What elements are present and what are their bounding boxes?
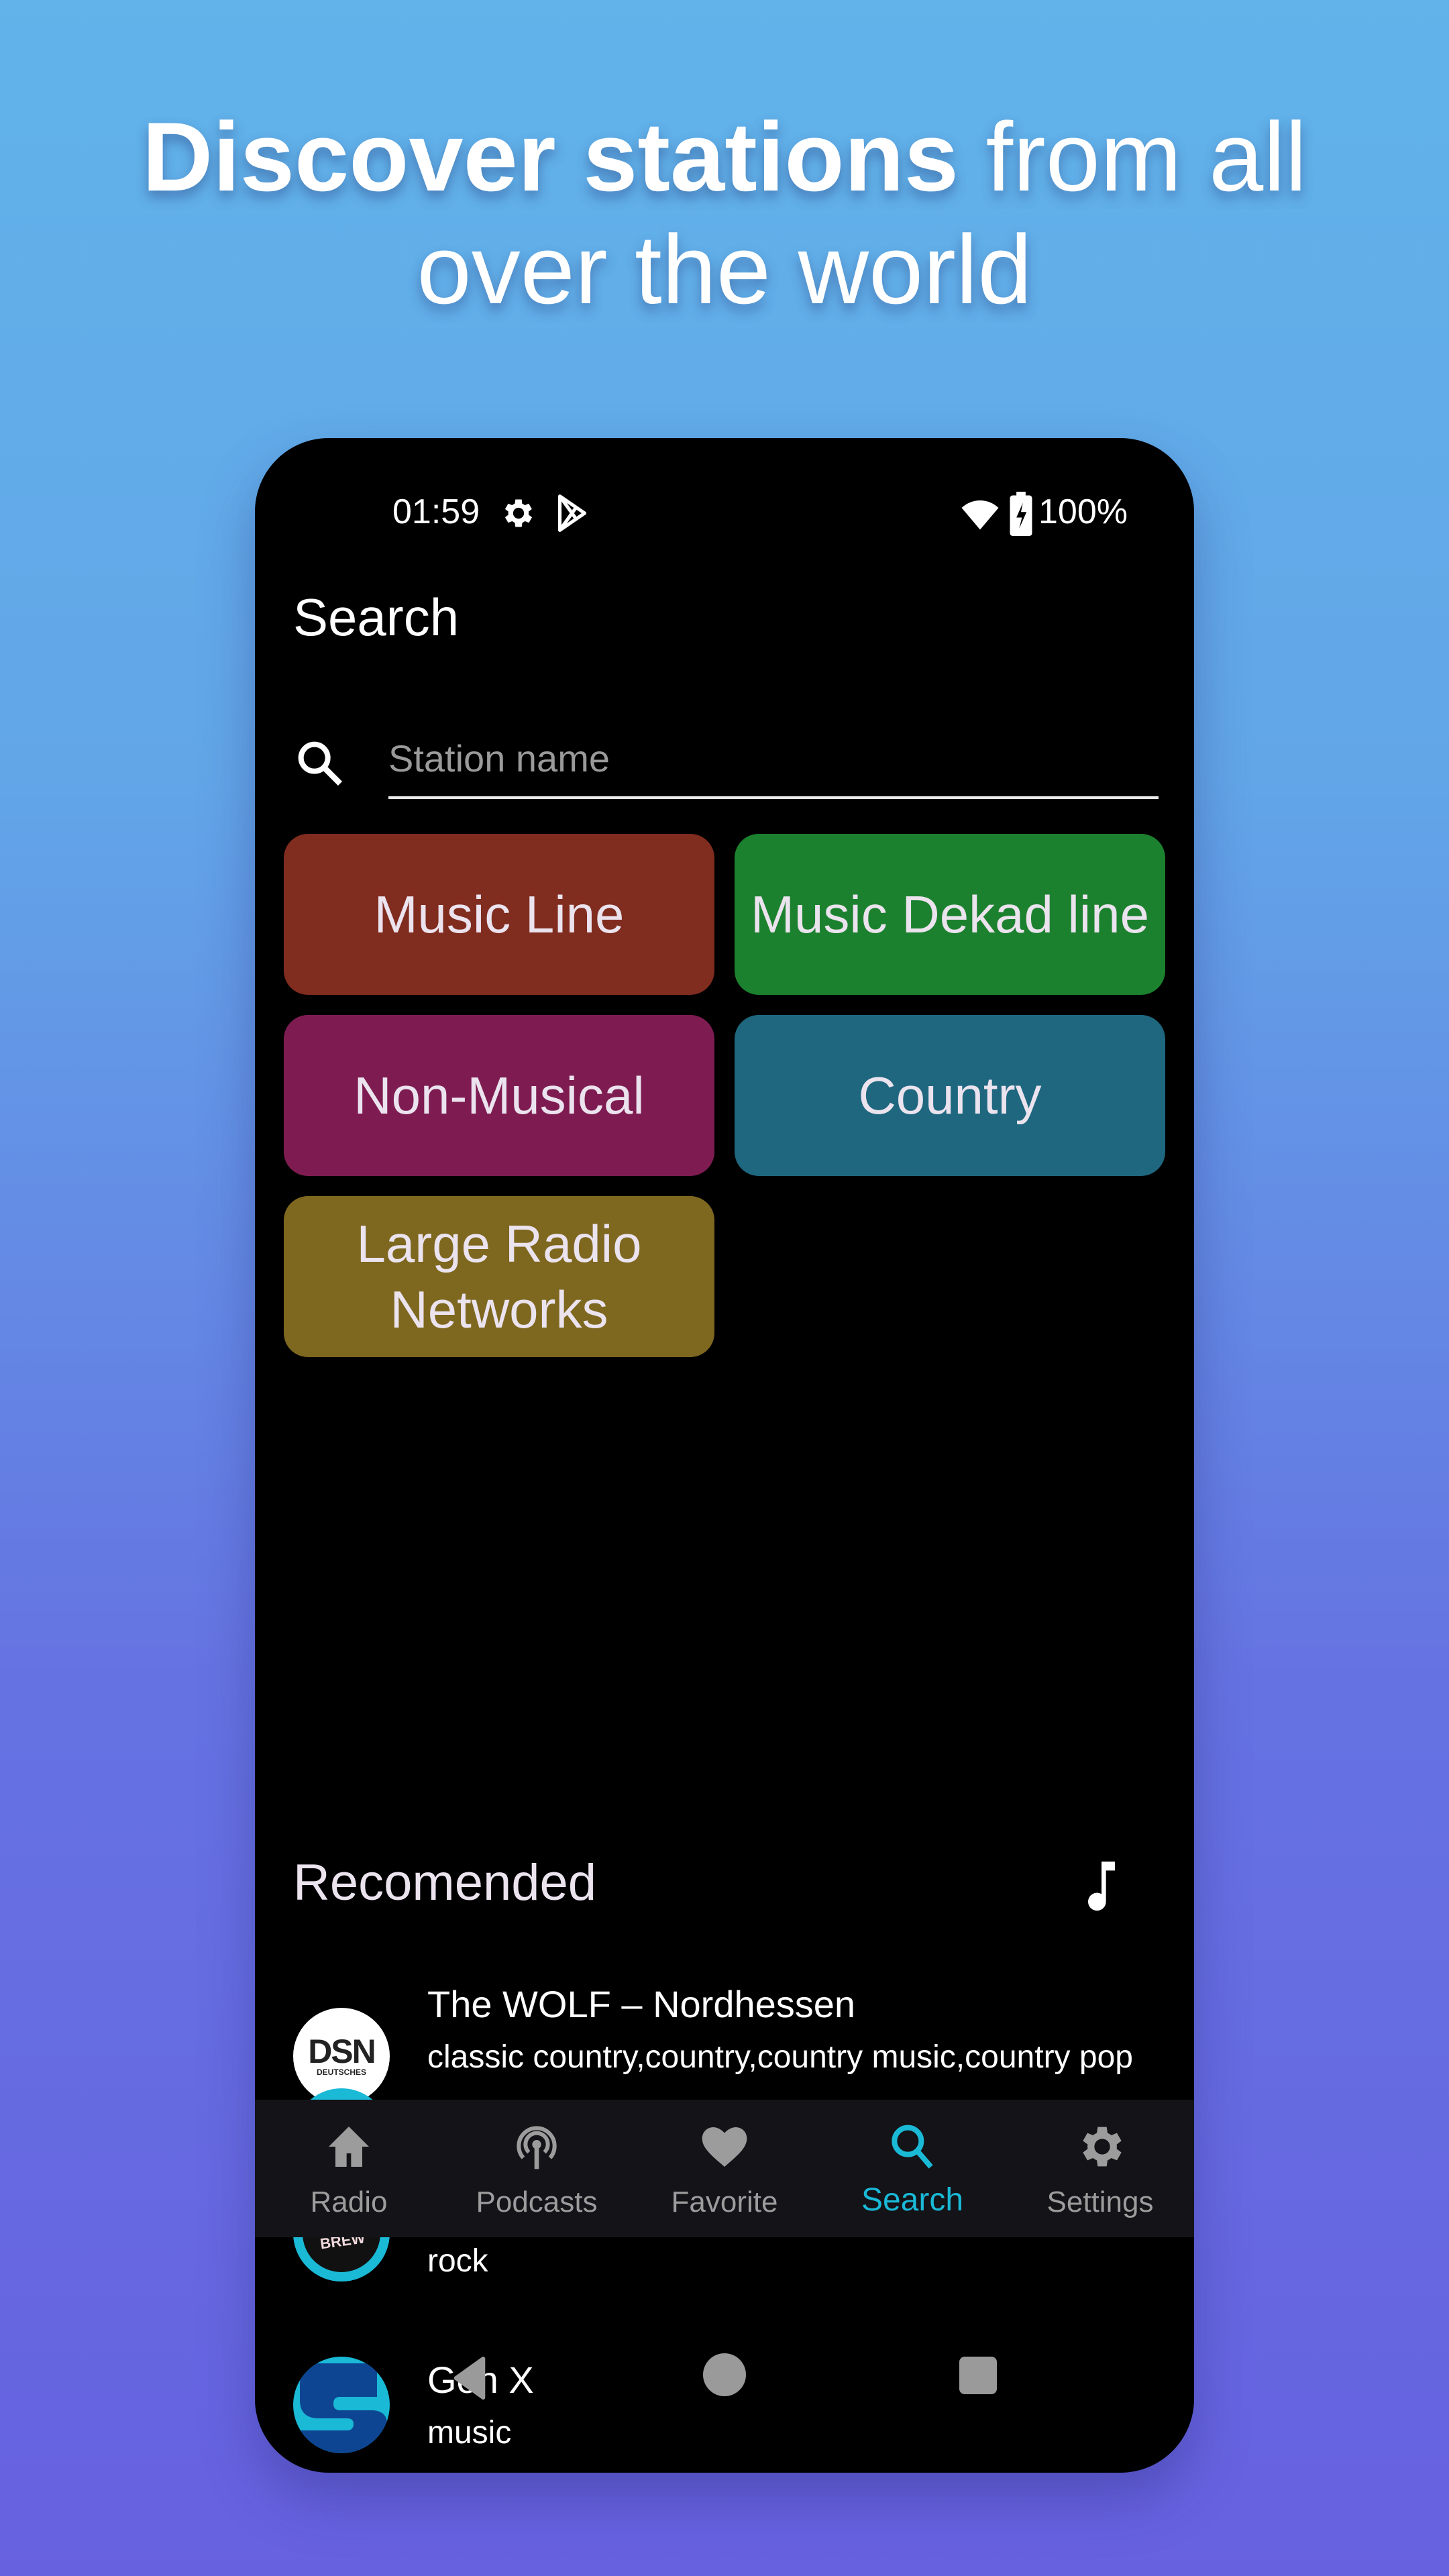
nav-settings[interactable]: Settings — [1006, 2100, 1194, 2237]
headline-line2: over the world — [417, 215, 1032, 324]
phone-frame: 01:59 100% Search Music Line Music Dekad… — [255, 438, 1194, 2473]
station-name: The WOLF – Nordhessen — [427, 1983, 856, 2025]
gear-icon — [504, 499, 533, 527]
nav-label: Podcasts — [476, 2186, 598, 2218]
podcast-icon — [517, 2126, 557, 2169]
bottom-navigation: Radio Podcasts Favorite Search Settings — [255, 2100, 1194, 2237]
wifi-icon — [961, 500, 999, 530]
station-tags: music — [427, 2415, 512, 2451]
home-button[interactable] — [703, 2353, 746, 2396]
nav-favorite[interactable]: Favorite — [631, 2100, 818, 2237]
page-title: Search — [293, 588, 460, 647]
station-tags: classic country,country,country music,co… — [427, 2039, 1133, 2075]
nav-label: Search — [861, 2182, 964, 2218]
nav-podcasts[interactable]: Podcasts — [443, 2100, 631, 2237]
search-icon — [892, 2125, 933, 2169]
genre-music-dekad-line[interactable]: Music Dekad line — [735, 834, 1165, 995]
logo-subtext: DEUTSCHES — [316, 2068, 366, 2077]
logo-text: DSN — [308, 2033, 376, 2070]
nav-radio[interactable]: Radio — [255, 2100, 443, 2237]
genre-country[interactable]: Country — [735, 1015, 1165, 1176]
battery-charging-icon — [1010, 492, 1032, 536]
headline-rest: from all — [958, 102, 1307, 211]
recents-button[interactable] — [959, 2357, 997, 2394]
genre-non-musical[interactable]: Non-Musical — [284, 1015, 714, 1176]
nav-search[interactable]: Search — [818, 2100, 1006, 2237]
s-logo-icon — [300, 2363, 387, 2453]
home-icon — [329, 2127, 369, 2167]
music-note-icon[interactable] — [1081, 1862, 1122, 1915]
heart-icon — [702, 2127, 747, 2167]
headline-bold: Discover stations — [142, 102, 959, 211]
nav-label: Favorite — [671, 2186, 778, 2218]
station-name-input[interactable] — [388, 720, 1159, 799]
search-bar — [293, 706, 1159, 807]
nav-label: Settings — [1046, 2186, 1154, 2218]
promo-headline: Discover stations from all over the worl… — [0, 101, 1449, 326]
back-icon[interactable] — [449, 2357, 490, 2400]
status-time: 01:59 — [392, 492, 480, 531]
station-tags: rock — [427, 2243, 488, 2279]
settings-icon — [1083, 2127, 1122, 2167]
genre-music-line[interactable]: Music Line — [284, 834, 714, 995]
battery-percent: 100% — [1038, 492, 1128, 531]
recommended-heading: Recomended — [293, 1854, 597, 1911]
search-icon — [298, 741, 343, 786]
nav-label: Radio — [310, 2186, 388, 2218]
play-store-icon — [558, 494, 586, 532]
genre-large-radio-networks[interactable]: Large Radio Networks — [284, 1196, 714, 1357]
station-logo-genx — [293, 2357, 390, 2453]
status-bar: 01:59 100% — [255, 485, 1194, 545]
